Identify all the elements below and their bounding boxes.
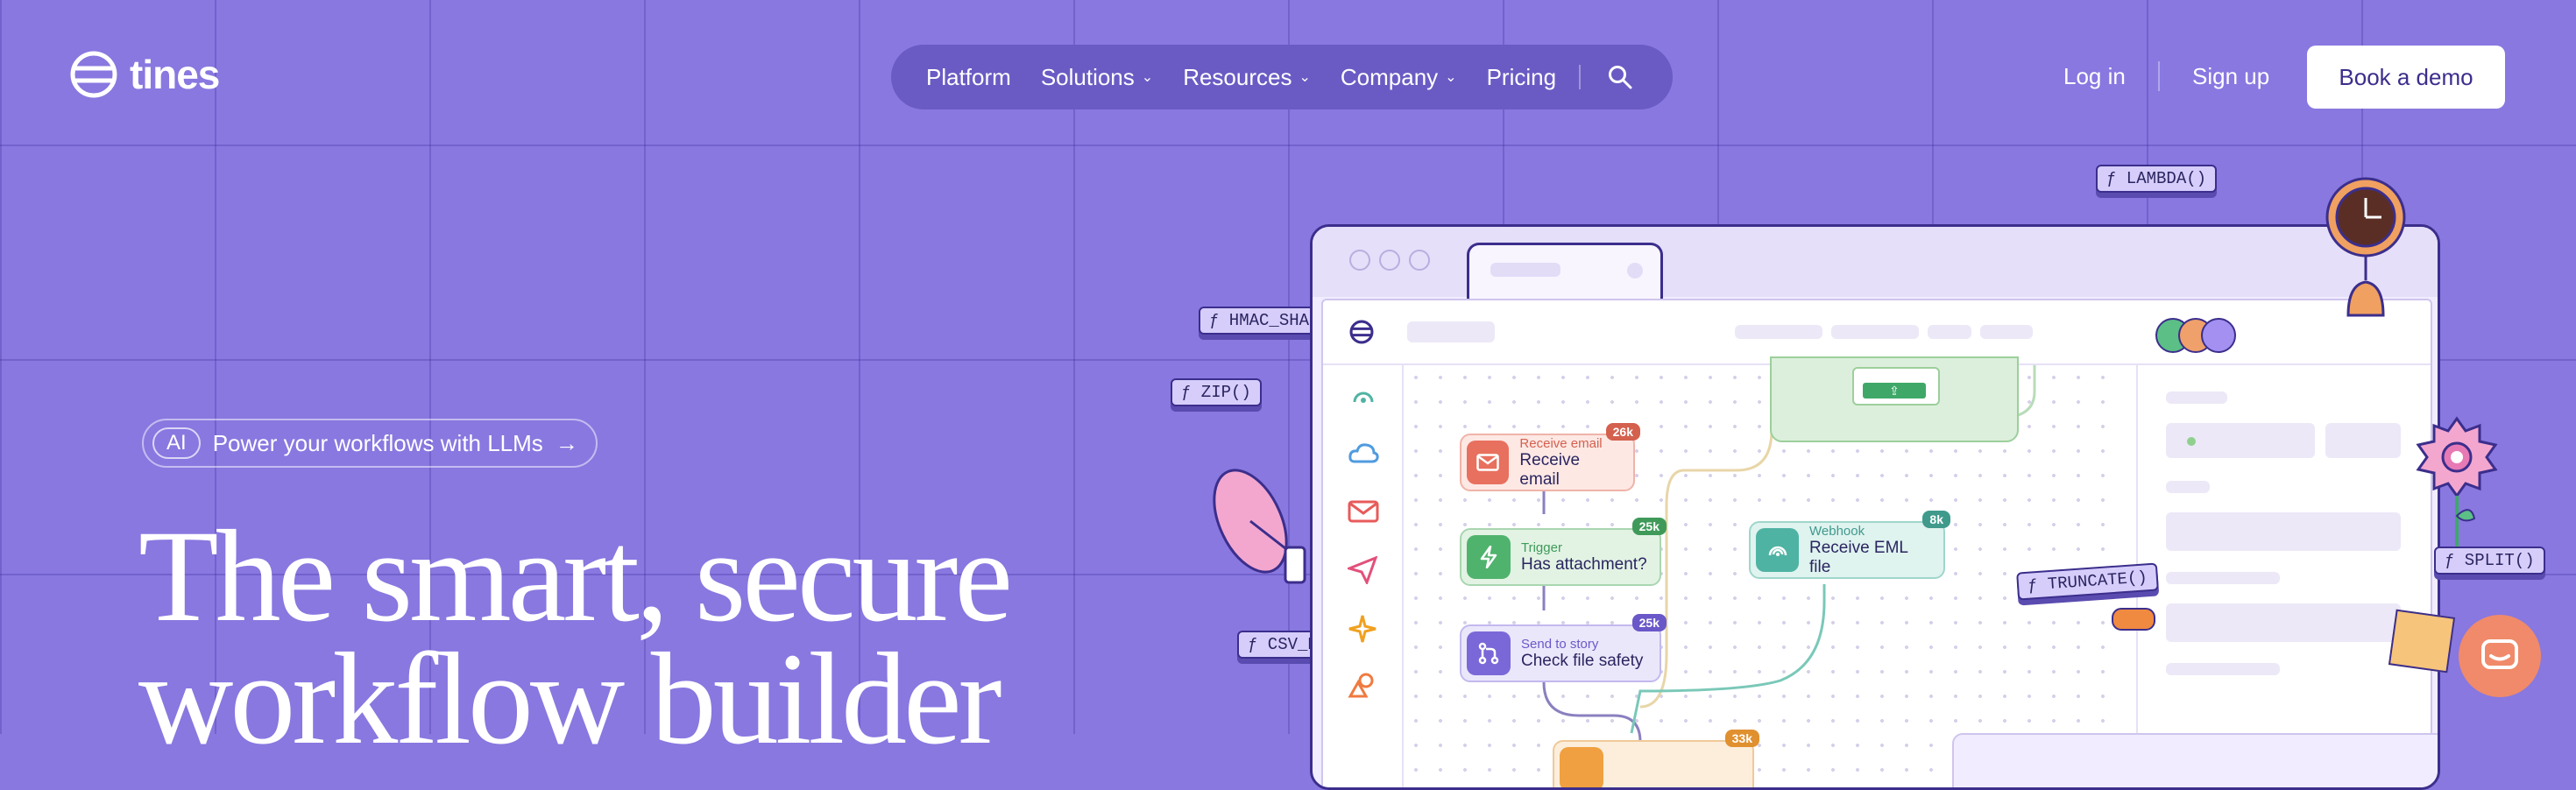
tines-logo[interactable]: tines <box>70 51 220 98</box>
nav-company-label: Company <box>1340 63 1439 90</box>
window-dot <box>1409 250 1430 271</box>
node-type-label: Receive email <box>1519 435 1603 451</box>
function-tag-split: ƒ SPLIT() <box>2434 547 2545 575</box>
mail-icon <box>1467 441 1510 484</box>
chevron-down-icon: ⌄ <box>1445 70 1457 85</box>
app-sidebar <box>1323 363 1404 787</box>
mail-icon[interactable] <box>1348 500 1379 523</box>
hero-title-line2: workflow builder <box>138 626 1002 772</box>
nav-resources-label: Resources <box>1183 63 1292 90</box>
nav-platform-label: Platform <box>926 63 1011 90</box>
alarm-clock-illustration <box>2325 177 2406 317</box>
satellite-dish-illustration <box>1213 469 1306 584</box>
node-type-label: Trigger <box>1521 540 1562 555</box>
workflow-canvas[interactable]: ⇪ Receive email Receive email 26k Trigge… <box>1404 356 2122 787</box>
nav-resources[interactable]: Resources ⌄ <box>1183 64 1311 91</box>
node-event-count-badge: 25k <box>1631 614 1667 631</box>
node-type-label: Webhook <box>1809 523 1865 539</box>
sticky-note <box>2388 609 2456 674</box>
chat-launcher-button[interactable] <box>2459 615 2541 697</box>
chat-icon <box>2481 639 2518 669</box>
app-logo-icon <box>1349 320 1374 344</box>
shapes-icon[interactable] <box>1348 672 1377 698</box>
search-icon[interactable] <box>1607 64 1633 90</box>
panel-placeholder <box>2166 481 2210 493</box>
properties-panel <box>2136 365 2432 787</box>
topbar-placeholder <box>1831 325 1919 339</box>
product-window: ⇪ Receive email Receive email 26k Trigge… <box>1310 224 2440 790</box>
node-event-count-badge: 33k <box>1724 730 1759 747</box>
workflow-node-webhook[interactable]: Webhook Receive EML file 8k <box>1749 511 1950 579</box>
ai-tag: AI <box>152 427 201 459</box>
upload-card[interactable]: ⇪ <box>1770 356 2019 442</box>
node-title: Receive EML file <box>1809 538 1908 576</box>
webhook-icon <box>1756 528 1799 572</box>
window-dot <box>1349 250 1370 271</box>
ai-announcement-pill[interactable]: AI Power your workflows with LLMs → <box>142 419 598 468</box>
flower-illustration <box>2416 416 2498 547</box>
tines-logo-mark-icon <box>70 51 117 98</box>
nav-pricing-label: Pricing <box>1486 63 1557 90</box>
workflow-node-send-to-story[interactable]: Send to story Check file safety 25k <box>1460 614 1667 682</box>
topbar-placeholder <box>1407 321 1495 342</box>
node-event-count-badge: 26k <box>1605 423 1640 441</box>
avatar[interactable] <box>2201 318 2236 353</box>
ai-announcement-text: Power your workflows with LLMs <box>212 429 543 456</box>
arrow-right-icon: → <box>555 429 578 456</box>
sparkle-icon[interactable] <box>1348 614 1377 644</box>
node-title: Check file safety <box>1521 651 1644 670</box>
nav-pricing[interactable]: Pricing <box>1487 64 1556 91</box>
node-type-label: Send to story <box>1521 636 1599 652</box>
tag-connector <box>2112 608 2155 631</box>
nav-platform[interactable]: Platform <box>926 64 1011 91</box>
hero-title: The smart, secure workflow builder <box>138 511 1013 765</box>
upload-card-inner: ⇪ <box>1852 367 1940 406</box>
topbar-placeholder <box>1735 325 1822 339</box>
panel-placeholder <box>2166 391 2227 404</box>
workflow-node-receive-email[interactable]: Receive email Receive email 26k <box>1460 423 1640 491</box>
app-topbar <box>1323 300 2431 365</box>
send-icon[interactable] <box>1348 556 1377 584</box>
topbar-placeholder <box>1980 325 2033 339</box>
panel-placeholder <box>2166 512 2401 551</box>
node-title: Has attachment? <box>1521 554 1647 574</box>
book-demo-button[interactable]: Book a demo <box>2307 46 2505 109</box>
function-tag-zip: ƒ ZIP() <box>1171 378 1262 406</box>
nav-solutions-label: Solutions <box>1040 63 1135 90</box>
node-event-count-badge: 8k <box>1922 511 1950 528</box>
topbar-placeholder <box>1928 325 1971 339</box>
tab-close-placeholder <box>1627 263 1643 279</box>
logo-wordmark: tines <box>130 52 220 97</box>
panel-placeholder <box>2166 572 2280 584</box>
browser-tab <box>1467 243 1663 301</box>
function-tag-lambda: ƒ LAMBDA() <box>2096 165 2218 193</box>
bolt-icon <box>1467 535 1511 579</box>
status-dot <box>2187 437 2196 446</box>
panel-placeholder <box>2166 603 2401 642</box>
window-dot <box>1379 250 1400 271</box>
workflow-node-trigger[interactable]: Trigger Has attachment? 25k <box>1460 518 1667 586</box>
cloud-icon[interactable] <box>1348 441 1379 465</box>
signup-link[interactable]: Sign up <box>2192 63 2269 90</box>
nav-solutions[interactable]: Solutions ⌄ <box>1041 64 1153 91</box>
nav-separator <box>2158 61 2160 91</box>
panel-placeholder <box>2325 423 2401 458</box>
app-frame: ⇪ Receive email Receive email 26k Trigge… <box>1321 299 2438 787</box>
panel-placeholder <box>2166 663 2280 675</box>
webhook-icon[interactable] <box>1349 383 1377 409</box>
chevron-down-icon: ⌄ <box>1141 70 1154 85</box>
nav-company[interactable]: Company ⌄ <box>1341 64 1457 91</box>
upload-icon: ⇪ <box>1863 383 1926 399</box>
bottom-card <box>1952 733 2438 787</box>
branch-icon <box>1467 631 1511 675</box>
login-link[interactable]: Log in <box>2063 63 2126 90</box>
node-title: Receive email <box>1519 450 1581 489</box>
nav-divider <box>1579 65 1582 89</box>
node-icon <box>1560 747 1603 787</box>
node-event-count-badge: 25k <box>1631 518 1667 535</box>
workflow-node-partial[interactable]: 33k <box>1553 730 1759 787</box>
main-nav: Platform Solutions ⌄ Resources ⌄ Company ⌄ … <box>891 45 1673 109</box>
tab-placeholder <box>1490 263 1560 277</box>
chevron-down-icon: ⌄ <box>1299 70 1311 85</box>
